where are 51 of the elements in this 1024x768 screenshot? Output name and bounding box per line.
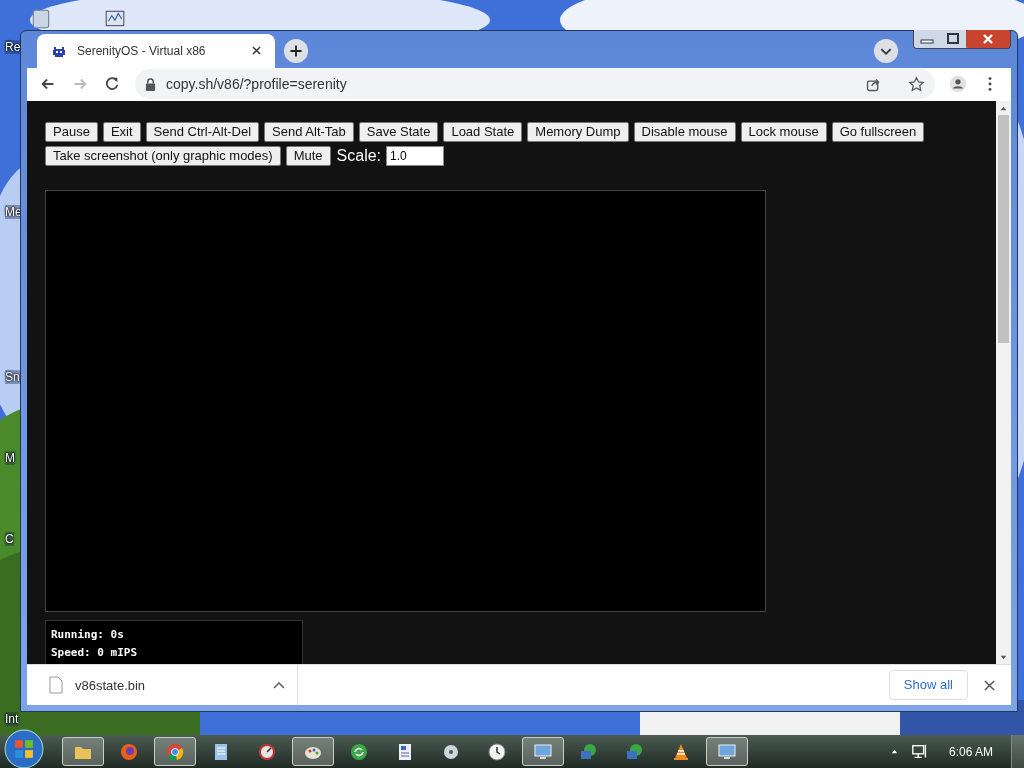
monitor-icon [533,741,553,762]
page-button[interactable]: Take screenshot (only graphic modes) [45,146,281,166]
page-button[interactable]: Load State [443,122,523,142]
chevron-down-icon[interactable] [873,37,899,64]
stat-line: Running: 0s [51,627,125,643]
close-icon[interactable] [984,679,995,691]
scroll-down-icon[interactable] [999,653,1008,662]
scale-field[interactable]: 1.0 [386,146,445,166]
scroll-thumb[interactable] [998,115,1009,343]
browser-icon [165,741,185,762]
caret-up-icon[interactable] [273,681,285,689]
globe-icon [119,741,139,762]
lock-icon[interactable] [145,77,156,91]
start-orb-icon[interactable] [4,728,44,768]
sync-icon [349,741,369,762]
tab-title: SerenityOS - Virtual x86 [77,43,207,58]
desktop-icon[interactable] [30,8,52,30]
file-icon [49,676,63,694]
gauge-icon [257,741,277,762]
new-tab-icon[interactable] [283,37,309,64]
tray-arrow-icon[interactable] [889,747,899,756]
network-globe-icon [625,741,645,762]
page-button[interactable]: Go fullscreen [831,122,925,142]
clock-icon [487,741,507,762]
close-icon[interactable] [252,46,261,56]
page-button[interactable]: Mute [285,146,331,166]
page-button[interactable]: Pause [45,122,98,142]
stat-line: Speed: 0 mIPS [51,645,139,661]
url-text: copy.sh/v86/?profile=serenity [166,76,347,93]
page-button[interactable]: Send Alt-Tab [264,122,354,142]
maximize-icon[interactable] [940,30,966,48]
page-button[interactable]: Lock mouse [740,122,827,142]
scroll-up-icon[interactable] [999,104,1008,113]
scale-label: Scale: [336,147,382,165]
page-button[interactable]: Disable mouse [633,122,736,142]
download-file-name[interactable]: v86state.bin [75,677,261,693]
network-globe-icon [579,741,599,762]
page-button[interactable]: Save State [358,122,439,142]
star-icon[interactable] [908,75,925,93]
page-button[interactable]: Memory Dump [527,122,629,142]
taskbar-clock[interactable]: 6:06 AM [948,744,993,759]
page-button[interactable]: Exit [102,122,141,142]
page-button[interactable]: Send Ctrl-Alt-Del [145,122,260,142]
scrollbar[interactable] [996,101,1011,664]
browser-tab[interactable]: SerenityOS - Virtual x86 [37,33,275,68]
show-desktop-button[interactable] [1011,735,1024,768]
show-all-button[interactable]: Show all [888,670,968,700]
profile-icon[interactable] [949,75,967,94]
network-icon[interactable] [910,742,929,761]
address-bar[interactable]: copy.sh/v86/?profile=serenity [135,69,935,100]
monitor-icon [717,741,737,762]
